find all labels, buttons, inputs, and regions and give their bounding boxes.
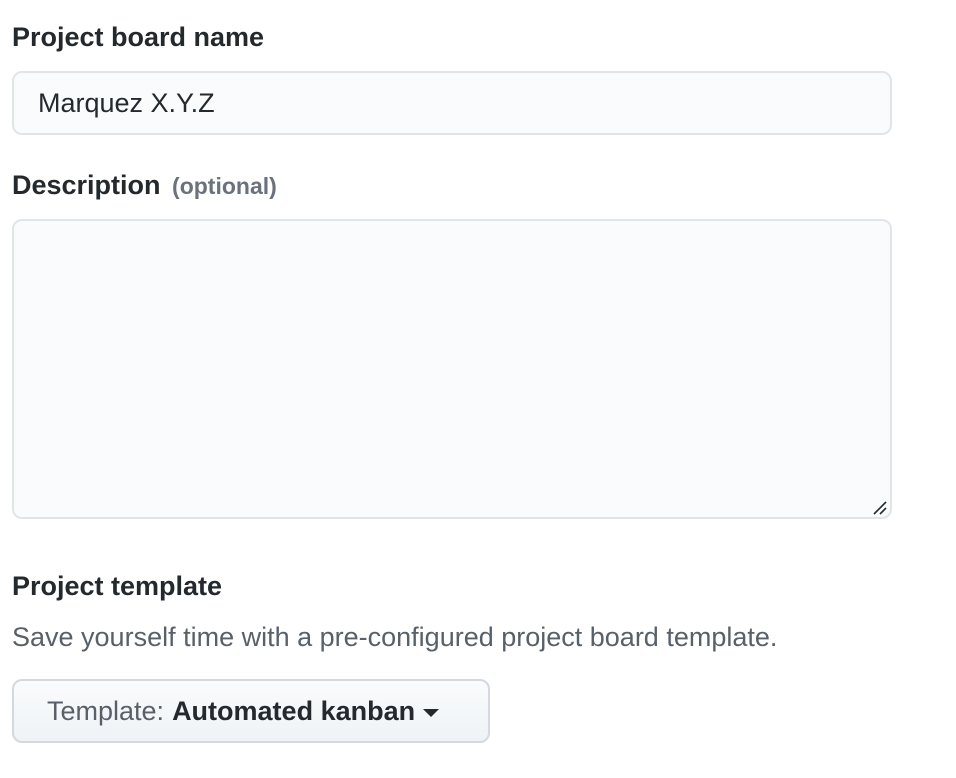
project-template-heading: Project template xyxy=(12,571,223,601)
description-textarea[interactable] xyxy=(12,219,892,519)
project-board-name-input[interactable] xyxy=(12,71,892,135)
resize-handle-icon[interactable] xyxy=(872,500,888,516)
optional-hint: (optional) xyxy=(172,173,277,199)
new-project-form: Project board name Description (optional… xyxy=(0,0,956,778)
description-label: Description xyxy=(12,170,161,200)
template-prefix: Template: xyxy=(47,695,165,726)
description-label-row: Description (optional) xyxy=(12,170,277,201)
caret-down-icon xyxy=(423,709,440,717)
template-selected-value: Automated kanban xyxy=(172,695,416,726)
project-board-name-label: Project board name xyxy=(12,22,265,52)
template-select-button[interactable]: Template: Automated kanban xyxy=(12,679,490,743)
project-template-note: Save yourself time with a pre-configured… xyxy=(12,622,778,652)
